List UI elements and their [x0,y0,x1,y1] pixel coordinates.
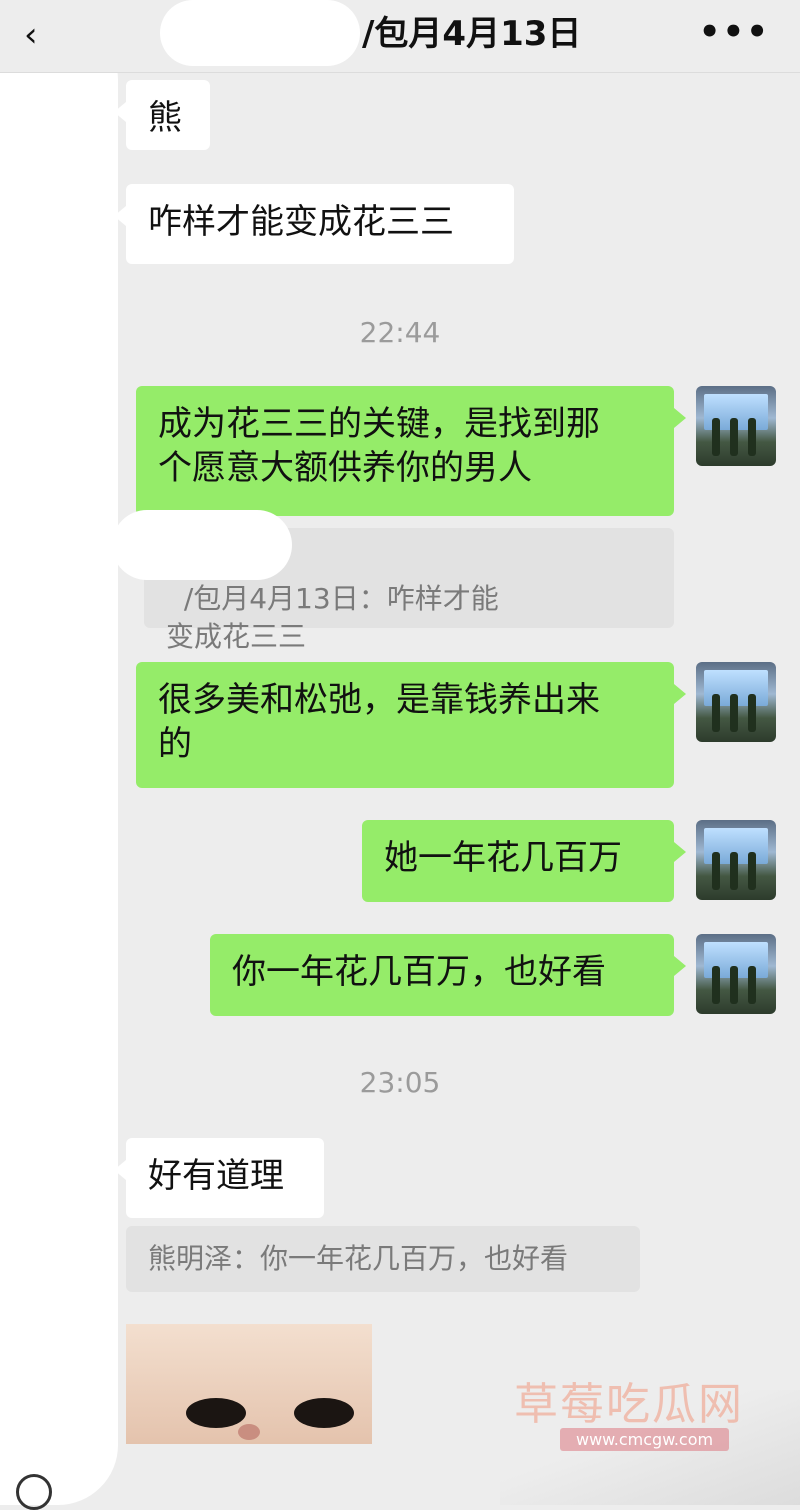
incoming-message[interactable]: 熊 [114,80,210,150]
outgoing-message[interactable]: 你一年花几百万，也好看 [210,934,686,1016]
incoming-message[interactable]: 好有道理 [114,1138,324,1218]
cat-eye [294,1398,354,1428]
cat-eye [186,1398,246,1428]
redaction-strip [0,20,118,1505]
timestamp: 23:05 [359,1066,441,1099]
watermark-url: www.cmcgw.com [560,1428,730,1451]
chat-title: /包月4月13日 [362,14,582,54]
quote-name-redaction [112,510,292,580]
avatar[interactable] [696,386,776,466]
timestamp: 22:44 [359,316,441,349]
quoted-message[interactable]: 熊明泽：你一年花几百万，也好看 [126,1226,640,1292]
avatar[interactable] [696,662,776,742]
chat-header: ‹ /包月4月13日 ••• [0,0,800,73]
cat-nose [238,1424,260,1440]
back-icon[interactable]: ‹ [24,18,38,52]
title-redaction [160,0,360,66]
outgoing-message[interactable]: 很多美和松弛，是靠钱养出来 的 [136,662,686,788]
quoted-text: /包月4月13日：咋样才能 变成花三三 [166,582,499,653]
more-options-icon[interactable]: ••• [699,12,770,52]
quoted-text: 熊明泽：你一年花几百万，也好看 [148,1242,569,1275]
avatar[interactable] [696,820,776,900]
avatar[interactable] [696,934,776,1014]
image-message[interactable] [126,1324,372,1444]
watermark-title: 草莓吃瓜网 [514,1379,744,1430]
incoming-message[interactable]: 咋样才能变成花三三 [114,184,514,264]
outgoing-message[interactable]: 她一年花几百万 [362,820,686,902]
outgoing-message[interactable]: 成为花三三的关键，是找到那 个愿意大额供养你的男人 [136,386,686,516]
